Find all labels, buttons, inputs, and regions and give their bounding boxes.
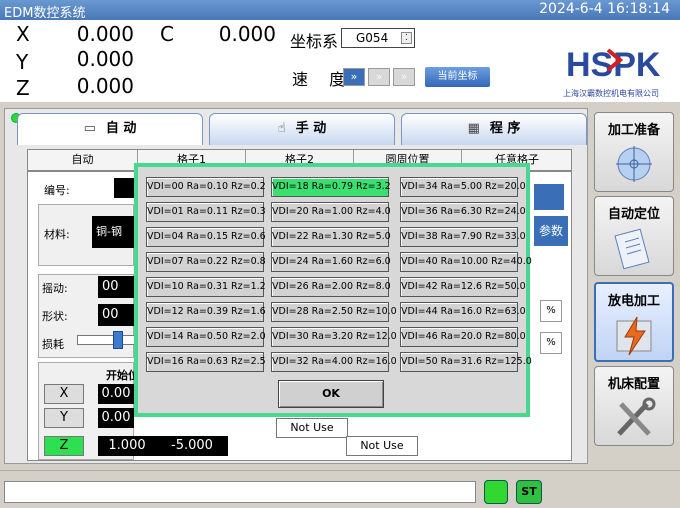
company-name: 上海汉霸数控机电有限公司 (563, 89, 659, 98)
speed-step-3[interactable]: » (393, 68, 415, 86)
vdi-option[interactable]: VDI=10 Ra=0.31 Rz=1.2 (146, 277, 266, 297)
vdi-option[interactable]: VDI=40 Ra=10.00 Rz=40.0 (400, 252, 532, 272)
tab-auto-label: 自 动 (105, 121, 137, 136)
swing-value[interactable]: 00 (98, 276, 134, 298)
vdi-option[interactable]: VDI=00 Ra=0.10 Rz=0.2 (146, 177, 266, 197)
material-value[interactable]: 铜-钢 (92, 216, 134, 248)
status-bar: ST (0, 470, 680, 508)
axis-x-button[interactable]: X (44, 384, 84, 404)
not-use-field-2[interactable]: Not Use (346, 436, 418, 456)
axis-y-button[interactable]: Y (44, 408, 84, 428)
clipboard-icon (614, 228, 650, 270)
tab-manual-label: 手 动 (295, 121, 327, 136)
speed-step-1[interactable]: » (343, 68, 365, 86)
number-label: 编号: (44, 184, 70, 197)
side-auto-position[interactable]: 自动定位 (594, 196, 674, 276)
st-button[interactable]: ST (516, 480, 542, 504)
wear-slider-thumb[interactable] (113, 331, 123, 349)
chevron-updown-icon: ⁚ (401, 32, 412, 44)
side-edm-machining-label: 放电加工 (607, 294, 660, 309)
vdi-option[interactable]: VDI=24 Ra=1.60 Rz=6.0 (271, 252, 391, 272)
coord-system-value: G054 (356, 31, 389, 45)
tab-manual[interactable]: ☝ 手 动 (209, 113, 395, 145)
shape-value[interactable]: 00 (98, 304, 134, 326)
ok-button[interactable]: OK (278, 380, 384, 408)
side-machine-config[interactable]: 机床配置 (594, 366, 674, 446)
percent-label-1: % (540, 300, 562, 322)
wear-label: 损耗 (42, 338, 64, 351)
title-bar: EDM数控系统 2024-6-4 16:18:14 (0, 0, 680, 21)
vdi-option[interactable]: VDI=12 Ra=0.39 Rz=1.6 (146, 302, 266, 322)
crosshair-icon (616, 146, 652, 182)
y-axis-label: Y (16, 50, 29, 74)
vdi-option[interactable]: VDI=26 Ra=2.00 Rz=8.0 (271, 277, 391, 297)
vdi-option[interactable]: VDI=20 Ra=1.00 Rz=4.0 (271, 202, 391, 222)
side-edm-machining[interactable]: 放电加工 (594, 282, 674, 362)
current-coord-button[interactable]: 当前坐标 (425, 67, 490, 87)
status-message-field (4, 481, 476, 503)
vdi-option[interactable]: VDI=16 Ra=0.63 Rz=2.5 (146, 352, 266, 372)
wear-slider-track[interactable] (77, 335, 137, 345)
y-axis-value: 0.000 (76, 47, 134, 71)
z-axis-label: Z (16, 76, 30, 100)
subtab-auto[interactable]: 自动 (28, 150, 138, 170)
x-axis-label: X (16, 22, 30, 46)
lightning-box-icon (616, 316, 652, 356)
right-action-button[interactable] (534, 184, 564, 210)
wrench-tools-icon (617, 397, 656, 436)
vdi-option[interactable]: VDI=18 Ra=0.79 Rz=3.2 (271, 177, 391, 197)
c-axis-label: C (160, 22, 174, 46)
percent-label-2: % (540, 332, 562, 354)
vdi-option[interactable]: VDI=50 Ra=31.6 Rz=125.0 (400, 352, 532, 372)
coordinate-header: X 0.000 Y 0.000 Z 0.000 C 0.000 坐标系 G054… (0, 20, 680, 102)
vdi-option[interactable]: VDI=01 Ra=0.11 Rz=0.3 (146, 202, 266, 222)
tab-auto[interactable]: ▭ 自 动 (17, 113, 203, 145)
vdi-option[interactable]: VDI=22 Ra=1.30 Rz=5.0 (271, 227, 391, 247)
axis-z-end-value: -5.000 (156, 436, 228, 456)
grid-icon: ▦ (467, 121, 480, 136)
app-title: EDM数控系统 (4, 6, 86, 21)
datetime: 2024-6-4 16:18:14 (539, 1, 670, 17)
vdi-option[interactable]: VDI=38 Ra=7.90 Rz=33.0 (400, 227, 526, 247)
vdi-select-dialog: VDI=00 Ra=0.10 Rz=0.2 VDI=18 Ra=0.79 Rz=3… (134, 163, 532, 417)
vdi-option[interactable]: VDI=04 Ra=0.15 Rz=0.6 (146, 227, 266, 247)
not-use-field-1[interactable]: Not Use (276, 418, 348, 438)
vdi-option[interactable]: VDI=36 Ra=6.30 Rz=24.0 (400, 202, 526, 222)
c-axis-value: 0.000 (218, 22, 276, 46)
company-logo: HSPK (566, 46, 661, 84)
monitor-icon: ▭ (83, 121, 96, 136)
axis-z-button[interactable]: Z (44, 436, 84, 456)
tab-program[interactable]: ▦ 程 序 (401, 113, 587, 145)
axis-x-start-value: 0.00 (98, 384, 134, 404)
hand-icon: ☝ (277, 121, 286, 136)
coord-system-select[interactable]: G054 ⁚ (341, 28, 415, 48)
side-machine-config-label: 机床配置 (607, 377, 660, 392)
axis-y-start-value: 0.00 (98, 408, 134, 428)
tab-program-label: 程 序 (489, 121, 521, 136)
vdi-option[interactable]: VDI=46 Ra=20.0 Rz=80.0 (400, 327, 526, 347)
side-auto-position-label: 自动定位 (607, 207, 660, 222)
vdi-option[interactable]: VDI=42 Ra=12.6 Rz=50.0 (400, 277, 526, 297)
side-machining-prep-label: 加工准备 (607, 123, 660, 138)
side-machining-prep[interactable]: 加工准备 (594, 112, 674, 192)
vdi-option[interactable]: VDI=30 Ra=3.20 Rz=12.0 (271, 327, 397, 347)
axis-z-start-value: 1.000 (98, 436, 156, 456)
vdi-option[interactable]: VDI=44 Ra=16.0 Rz=63.0 (400, 302, 526, 322)
tab-bar: ▭ 自 动 ☝ 手 动 ▦ 程 序 (11, 113, 587, 145)
vdi-option[interactable]: VDI=14 Ra=0.50 Rz=2.0 (146, 327, 266, 347)
material-label: 材料: (44, 228, 70, 241)
vdi-option[interactable]: VDI=07 Ra=0.22 Rz=0.8 (146, 252, 266, 272)
swing-label: 摇动: (42, 282, 68, 295)
number-value[interactable] (114, 178, 134, 198)
ready-indicator (484, 480, 508, 504)
z-axis-value: 0.000 (76, 74, 134, 98)
coord-system-label: 坐标系 (290, 32, 339, 51)
x-axis-value: 0.000 (76, 22, 134, 46)
speed-step-2[interactable]: » (368, 68, 390, 86)
vdi-option[interactable]: VDI=32 Ra=4.00 Rz=16.0 (271, 352, 397, 372)
vdi-option[interactable]: VDI=34 Ra=5.00 Rz=20.0 (400, 177, 526, 197)
shape-label: 形状: (42, 310, 68, 323)
params-button[interactable]: 参数 (534, 216, 568, 246)
vdi-option[interactable]: VDI=28 Ra=2.50 Rz=10.0 (271, 302, 397, 322)
